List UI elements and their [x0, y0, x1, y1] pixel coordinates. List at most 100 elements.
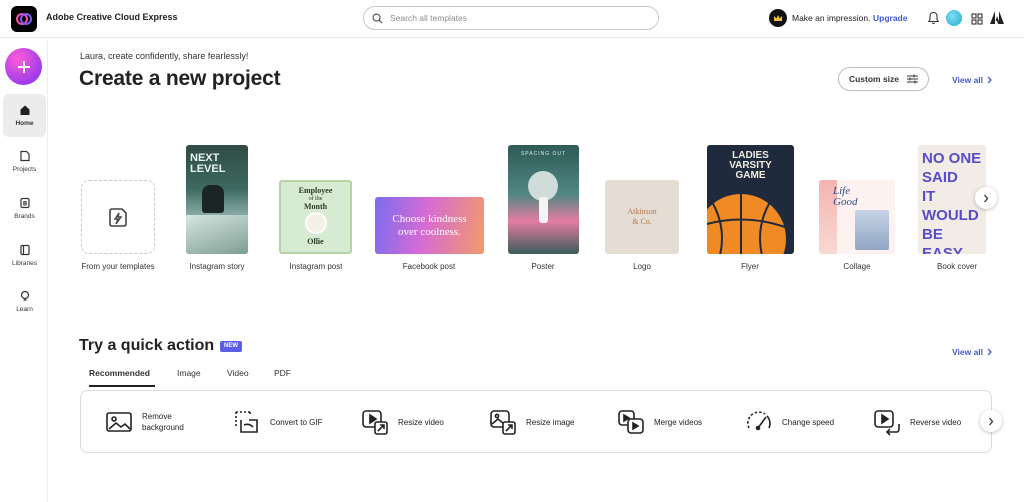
project-tile-flyer[interactable]: LADIES VARSITY GAME — [707, 145, 794, 254]
sidebar-item-libraries[interactable]: Libraries — [3, 234, 46, 277]
projects-next-button[interactable] — [975, 187, 997, 209]
post-art-text-4: Ollie — [307, 237, 324, 246]
project-label-instagram-post[interactable]: Instagram post — [271, 262, 361, 271]
projects-icon — [19, 150, 30, 162]
tab-image[interactable]: Image — [177, 368, 201, 378]
quick-actions-panel: Remove background Convert to GIF Resize … — [80, 390, 992, 453]
apps-grid-icon[interactable] — [971, 12, 983, 30]
resize-video-icon — [362, 410, 388, 435]
search-bar[interactable] — [363, 6, 659, 30]
chevron-right-icon — [987, 348, 992, 356]
sidebar: Home Projects B Brands Libraries Learn — [0, 39, 48, 502]
page-title: Create a new project — [79, 67, 281, 90]
chevron-right-icon — [989, 417, 994, 425]
post-art-text-1: Employee — [298, 186, 333, 195]
new-badge: NEW — [220, 341, 242, 352]
tab-video[interactable]: Video — [227, 368, 249, 378]
app-title: Adobe Creative Cloud Express — [46, 12, 178, 22]
top-bar: Adobe Creative Cloud Express Make an imp… — [0, 0, 1024, 38]
quick-action-convert-gif[interactable]: Convert to GIF — [233, 408, 322, 436]
sidebar-item-home[interactable]: Home — [3, 94, 46, 137]
project-tile-poster[interactable]: SPACING OUT — [508, 145, 579, 254]
flyer-art-text-3: GAME — [735, 170, 766, 181]
post-art-text-3: Month — [303, 202, 328, 211]
libraries-icon — [19, 244, 30, 256]
project-label-facebook-post[interactable]: Facebook post — [384, 262, 474, 271]
adobe-logo-icon[interactable] — [990, 11, 1004, 29]
quick-action-merge-videos[interactable]: Merge videos — [617, 408, 702, 436]
sidebar-item-projects[interactable]: Projects — [3, 140, 46, 183]
resize-image-icon — [490, 410, 516, 435]
sidebar-item-brands[interactable]: B Brands — [3, 187, 46, 230]
project-tile-instagram-post[interactable]: Employee of the Month Ollie — [279, 180, 352, 254]
logo-art-text-1: Atkinson — [627, 207, 657, 216]
quick-action-label: Change speed — [782, 417, 835, 427]
book-art-text-1: NO ONE — [922, 150, 982, 167]
sidebar-item-label: Home — [15, 120, 34, 127]
remove-background-icon — [106, 412, 132, 432]
project-label-collage[interactable]: Collage — [812, 262, 902, 271]
quick-action-title: Try a quick action — [79, 337, 215, 354]
view-all-label: View all — [952, 75, 984, 85]
plus-icon — [17, 60, 30, 73]
convert-gif-icon — [235, 411, 258, 433]
quick-action-label: Resize video — [398, 417, 444, 427]
app-logo-icon[interactable] — [11, 6, 37, 32]
quick-actions-next-button[interactable] — [980, 410, 1002, 432]
upgrade-link[interactable]: Upgrade — [873, 13, 907, 23]
view-all-label: View all — [952, 347, 984, 357]
facebook-art-text-1: Choose kindness — [392, 213, 467, 225]
project-label-poster[interactable]: Poster — [498, 262, 588, 271]
svg-text:B: B — [22, 201, 27, 208]
crown-icon — [769, 9, 787, 27]
sidebar-item-label: Projects — [12, 166, 37, 173]
project-label-book-cover[interactable]: Book cover — [912, 262, 1002, 271]
quick-action-change-speed[interactable]: Change speed — [745, 408, 834, 436]
chevron-right-icon — [984, 194, 989, 202]
quick-action-reverse-video[interactable]: Reverse video — [873, 408, 961, 436]
project-tile-instagram-story[interactable]: NEXT LEVEL — [186, 145, 248, 254]
project-label-logo[interactable]: Logo — [597, 262, 687, 271]
view-all-projects-link[interactable]: View all — [952, 75, 992, 85]
book-art-text-5: BE EASY — [922, 226, 963, 254]
brands-icon: B — [19, 197, 30, 209]
quick-action-label: Convert to GIF — [270, 417, 323, 427]
sidebar-item-label: Brands — [14, 213, 35, 220]
create-new-button[interactable] — [5, 48, 42, 85]
chevron-right-icon — [987, 76, 992, 84]
sidebar-item-label: Libraries — [12, 260, 37, 267]
quick-action-remove-background[interactable]: Remove background — [105, 410, 196, 434]
story-art-text-2: LEVEL — [190, 163, 226, 175]
quick-action-resize-video[interactable]: Resize video — [361, 408, 444, 436]
sliders-icon — [907, 74, 919, 84]
avatar[interactable] — [946, 10, 962, 26]
active-tab-indicator — [89, 385, 155, 387]
merge-videos-icon — [618, 410, 644, 434]
project-label-instagram-story[interactable]: Instagram story — [172, 262, 262, 271]
poster-art-text: SPACING OUT — [520, 151, 567, 157]
collage-art-text-2: Good — [833, 196, 858, 208]
quick-action-label: Merge videos — [654, 417, 703, 427]
sidebar-item-learn[interactable]: Learn — [3, 280, 46, 323]
quick-action-tabs: Recommended Image Video PDF — [79, 365, 679, 387]
quick-action-resize-image[interactable]: Resize image — [489, 408, 574, 436]
facebook-art-text-2: over coolness. — [398, 226, 461, 238]
tab-recommended[interactable]: Recommended — [89, 368, 150, 378]
book-art-text-4: WOULD — [922, 207, 979, 224]
template-import-icon — [109, 208, 127, 227]
project-label-flyer[interactable]: Flyer — [705, 262, 795, 271]
search-input[interactable] — [390, 13, 630, 23]
project-tile-logo[interactable]: Atkinson & Co. — [605, 180, 679, 254]
home-icon — [20, 105, 29, 115]
quick-action-label: Remove background — [142, 412, 184, 432]
project-tile-collage[interactable]: Life Good — [819, 180, 895, 254]
bell-icon[interactable] — [927, 11, 940, 30]
project-label-from-templates[interactable]: From your templates — [73, 262, 163, 271]
quick-action-label: Resize image — [526, 417, 575, 427]
custom-size-button[interactable]: Custom size — [838, 67, 929, 91]
project-tile-from-templates[interactable] — [81, 180, 155, 254]
impression-text: Make an impression. — [792, 13, 871, 23]
project-tile-facebook-post[interactable]: Choose kindness over coolness. — [375, 197, 484, 254]
view-all-actions-link[interactable]: View all — [952, 347, 992, 357]
tab-pdf[interactable]: PDF — [274, 368, 291, 378]
